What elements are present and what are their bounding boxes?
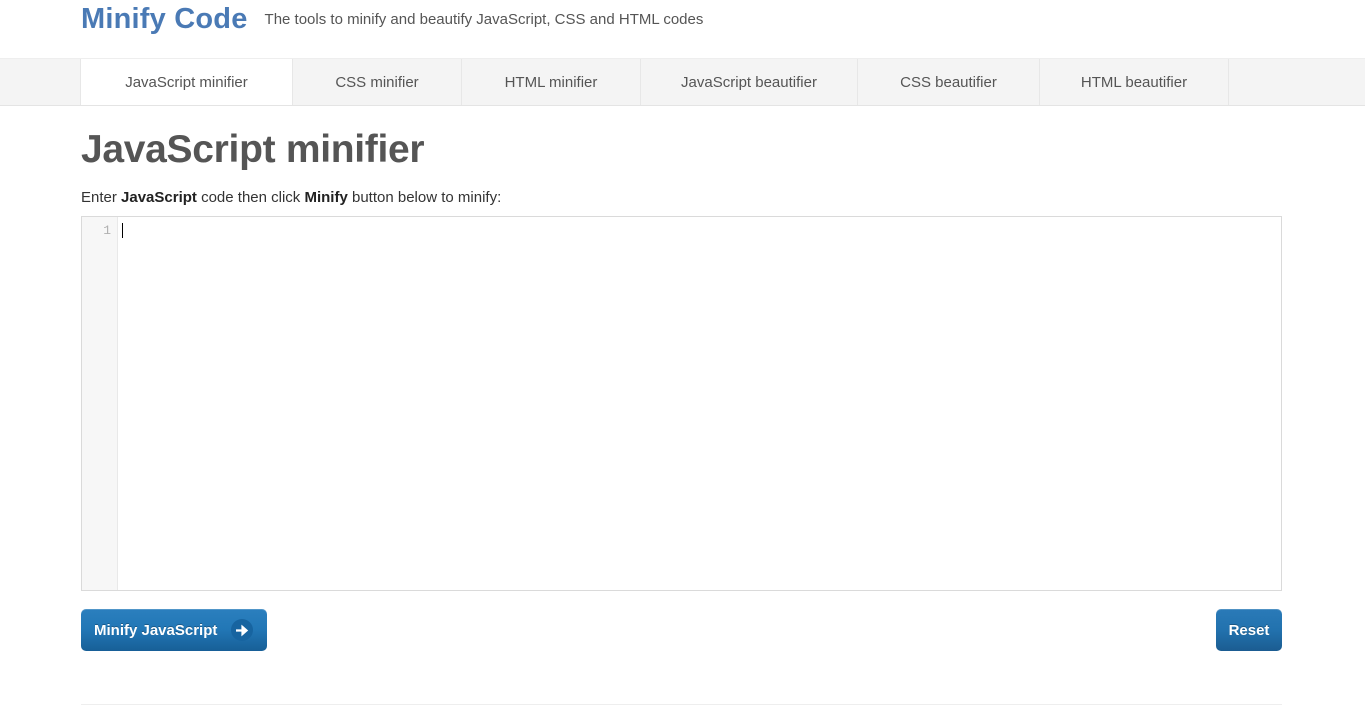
tab-label: HTML beautifier <box>1080 73 1188 91</box>
tab-css-beautifier[interactable]: CSS beautifier <box>857 59 1040 105</box>
tab-label: HTML minifier <box>504 73 598 91</box>
tab-css-minifier[interactable]: CSS minifier <box>292 59 462 105</box>
tab-label: JavaScript minifier <box>125 73 248 91</box>
tab-label: CSS beautifier <box>900 73 997 91</box>
site-header: Minify Code The tools to minify and beau… <box>0 0 1365 58</box>
text-caret <box>122 223 123 238</box>
instruction-prefix: Enter <box>81 189 122 206</box>
site-logo[interactable]: Minify Code <box>81 2 248 36</box>
tool-tabs: JavaScript minifier CSS minifier HTML mi… <box>0 58 1365 106</box>
code-editor[interactable]: 1 <box>81 216 1282 591</box>
site-footer: Home Term of Use Bugs report Contact © 2… <box>81 704 1282 728</box>
tab-html-minifier[interactable]: HTML minifier <box>461 59 641 105</box>
action-row: Minify JavaScript Reset <box>81 609 1282 655</box>
minify-button-label: Minify JavaScript <box>94 621 218 639</box>
instruction-bold-language: JavaScript <box>121 189 197 206</box>
main-content: JavaScript minifier Enter JavaScript cod… <box>0 106 1365 704</box>
instruction-text: Enter JavaScript code then click Minify … <box>81 188 1282 208</box>
minify-javascript-button[interactable]: Minify JavaScript <box>81 609 268 651</box>
line-number: 1 <box>103 223 111 238</box>
line-number-gutter: 1 <box>82 217 118 590</box>
tab-label: JavaScript beautifier <box>681 73 817 91</box>
site-tagline: The tools to minify and beautify JavaScr… <box>264 11 704 28</box>
tab-javascript-minifier[interactable]: JavaScript minifier <box>80 59 293 105</box>
reset-button[interactable]: Reset <box>1216 609 1282 651</box>
code-input-area[interactable] <box>118 217 1281 590</box>
tab-html-beautifier[interactable]: HTML beautifier <box>1039 59 1229 105</box>
arrow-right-circle-icon <box>231 619 254 641</box>
instruction-bold-action: Minify <box>304 189 348 206</box>
instruction-middle: code then click <box>196 189 305 206</box>
tab-label: CSS minifier <box>335 73 419 91</box>
instruction-suffix: button below to minify: <box>347 189 502 206</box>
page-title: JavaScript minifier <box>81 128 425 171</box>
tab-javascript-beautifier[interactable]: JavaScript beautifier <box>640 59 858 105</box>
